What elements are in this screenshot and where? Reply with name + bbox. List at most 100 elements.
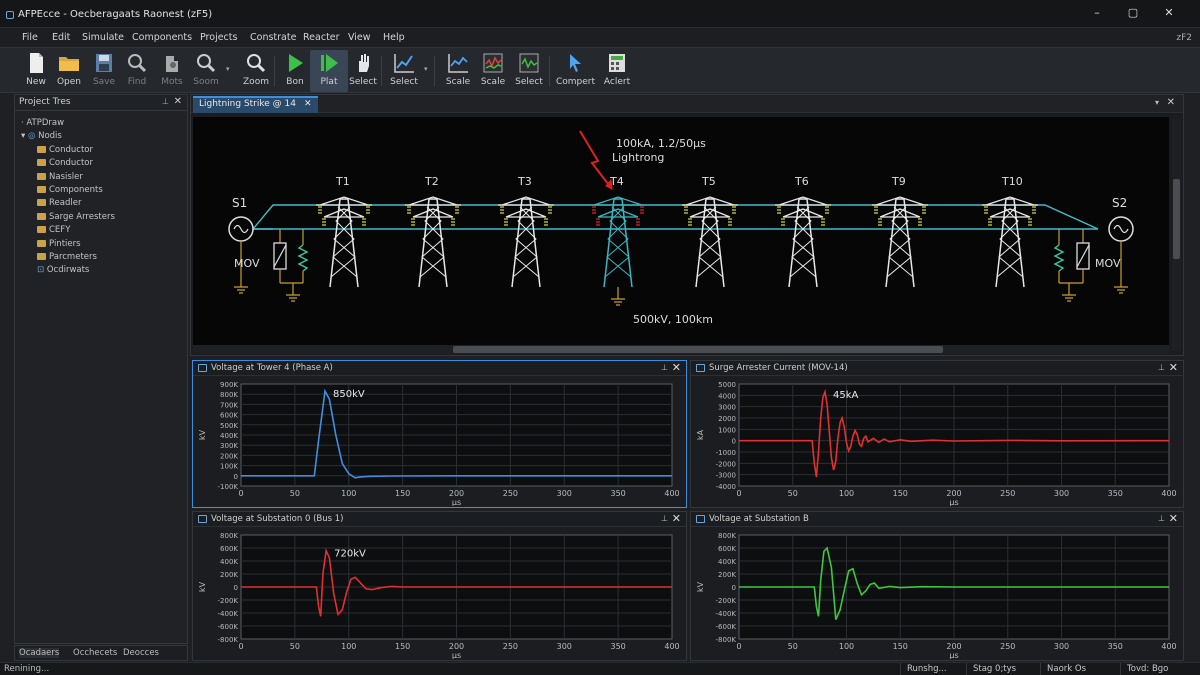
pin-icon[interactable]: ⊥ bbox=[661, 363, 668, 372]
plot-tower4-voltage[interactable]: Voltage at Tower 4 (Phase A) ⊥ ✕ 0 50 100 150… bbox=[192, 360, 687, 508]
zoom-button[interactable]: Zoom bbox=[237, 50, 275, 92]
close-panel-icon[interactable]: ✕ bbox=[174, 96, 182, 107]
tab-occhecets[interactable]: Occhecets bbox=[73, 648, 117, 658]
vertical-scrollbar[interactable] bbox=[1172, 119, 1181, 351]
insulator-icon bbox=[984, 206, 988, 214]
tab-deocces[interactable]: Deocces bbox=[123, 648, 159, 658]
pin-icon[interactable]: ⊥ bbox=[1158, 514, 1165, 523]
soom-button[interactable]: Soom bbox=[187, 50, 225, 92]
plot-icon bbox=[696, 515, 705, 523]
tree-item[interactable]: · ATPDraw bbox=[21, 117, 64, 130]
menu-help[interactable]: Help bbox=[383, 32, 405, 43]
menu-reacter[interactable]: Reacter bbox=[303, 32, 340, 43]
tree-item[interactable]: Pintiers bbox=[37, 238, 81, 251]
title-bar: AFPEcce - Oecberagaats Raonest (zF5) – ▢… bbox=[0, 0, 1200, 28]
y-tick-label: -800K bbox=[716, 636, 737, 644]
tree-item[interactable]: ⊡ Ocdirwats bbox=[37, 264, 89, 277]
scroll-thumb[interactable] bbox=[453, 346, 943, 353]
dropdown-arrow-icon[interactable]: ▾ bbox=[424, 65, 428, 73]
tree-item[interactable]: Components bbox=[37, 184, 103, 197]
menu-projects[interactable]: Projects bbox=[200, 32, 237, 43]
x-tick-label: 100 bbox=[839, 489, 854, 498]
tree-item-label: Components bbox=[49, 185, 103, 195]
menu-edit[interactable]: Edit bbox=[52, 32, 70, 43]
tree-item-label: Sarge Arresters bbox=[49, 211, 115, 222]
x-axis-label: µs bbox=[452, 498, 461, 506]
tree-item[interactable]: CEFY bbox=[37, 224, 70, 237]
menu-simulate[interactable]: Simulate bbox=[82, 32, 124, 43]
menu-components[interactable]: Components bbox=[132, 32, 192, 43]
tab-list-icon[interactable]: ▾ bbox=[1155, 98, 1159, 107]
select-chart-button[interactable]: Select bbox=[385, 50, 423, 92]
pin-icon[interactable]: ⊥ bbox=[661, 514, 668, 523]
close-plot-icon[interactable]: ✕ bbox=[672, 512, 681, 525]
horizontal-scrollbar[interactable] bbox=[193, 345, 1169, 354]
tab-ocadaers[interactable]: Ocadaers bbox=[19, 648, 60, 658]
find-button[interactable]: Find bbox=[118, 50, 156, 92]
scale-button[interactable]: Scale bbox=[439, 50, 477, 92]
plot-run-icon bbox=[321, 54, 338, 72]
close-plot-icon[interactable]: ✕ bbox=[672, 361, 681, 374]
scale-grid-button[interactable]: Scale bbox=[474, 50, 512, 92]
menu-file[interactable]: File bbox=[22, 32, 38, 43]
close-tab-icon[interactable]: ✕ bbox=[304, 99, 312, 109]
x-tick-label: 350 bbox=[610, 642, 625, 651]
tree-item-label: Conductor bbox=[49, 144, 94, 155]
open-button[interactable]: Open bbox=[50, 50, 88, 92]
mots-button[interactable]: Mots bbox=[153, 50, 191, 92]
plot-arrester-current[interactable]: Surge Arrester Current (MOV-14) ⊥ ✕ 0 50 100… bbox=[690, 360, 1184, 508]
tree-expander-icon[interactable]: ▾ bbox=[21, 131, 28, 141]
tab-lightning-strike[interactable]: Lightning Strike @ 14 ✕ bbox=[193, 96, 318, 113]
tree-item-label: ATPDraw bbox=[26, 118, 65, 128]
menu-constrate[interactable]: Constrate bbox=[250, 32, 296, 43]
tree-item[interactable]: Readler bbox=[37, 197, 81, 210]
resistor-left bbox=[297, 244, 309, 272]
tree-item[interactable]: ▾ ◎ Nodis bbox=[21, 130, 62, 143]
circuit-canvas[interactable]: S1 S2 MOV MOV T1 T2 T3 T4 T5 T6 T9 T10 100kA, 1.2/50… bbox=[193, 117, 1169, 345]
compert-button[interactable]: Compert bbox=[556, 50, 595, 92]
close-plot-icon[interactable]: ✕ bbox=[1169, 361, 1178, 374]
insulator-icon bbox=[636, 218, 640, 226]
x-tick-label: 200 bbox=[449, 489, 464, 498]
tree-item-label: Parcmeters bbox=[49, 252, 97, 262]
maximize-icon[interactable]: ▢ bbox=[1126, 6, 1140, 20]
y-tick-label: 600K bbox=[718, 545, 736, 553]
mov-label: MOV bbox=[1095, 257, 1121, 270]
plot-chart: 0 50 100 150 200 250 300 350 400 900K 800K 700K 600K… bbox=[198, 381, 680, 506]
close-icon[interactable]: ✕ bbox=[1162, 6, 1176, 20]
tab-label: Lightning Strike @ 14 bbox=[199, 99, 296, 109]
tree-item[interactable]: Conductor bbox=[37, 144, 93, 157]
tower-T5: T5 bbox=[682, 175, 738, 288]
tree-item[interactable]: Parcmeters bbox=[37, 251, 97, 264]
folder-icon bbox=[37, 186, 46, 193]
plot-substationB-voltage[interactable]: Voltage at Substation B ⊥ ✕ 0 50 100 150 200 25… bbox=[690, 511, 1184, 661]
transmission-line-top bbox=[252, 204, 1099, 230]
close-document-icon[interactable]: ✕ bbox=[1167, 97, 1175, 108]
tower-crossarms bbox=[498, 196, 554, 218]
pin-icon[interactable]: ⊥ bbox=[162, 97, 169, 106]
minimize-icon[interactable]: – bbox=[1090, 6, 1104, 20]
y-tick-label: 700K bbox=[220, 401, 238, 409]
tree-item[interactable]: Sarge Arresters bbox=[37, 211, 115, 224]
tree-item[interactable]: Nasisler bbox=[37, 171, 83, 184]
plot-button[interactable]: Plat bbox=[310, 50, 348, 92]
select-green-button[interactable]: Select bbox=[510, 50, 548, 92]
select-hand-button[interactable]: Select bbox=[344, 50, 382, 92]
insulator-icon bbox=[732, 206, 736, 214]
pin-icon[interactable]: ⊥ bbox=[1158, 363, 1165, 372]
tree-item[interactable]: Conductor bbox=[37, 157, 93, 170]
plot-icon bbox=[696, 364, 705, 372]
ground-icon bbox=[286, 294, 300, 302]
dropdown-arrow-icon[interactable]: ▾ bbox=[226, 65, 230, 73]
run-button[interactable]: Bon bbox=[276, 50, 314, 92]
aclert-button[interactable]: Aclert bbox=[598, 50, 636, 92]
plot-substation0-voltage[interactable]: Voltage at Substation 0 (Bus 1) ⊥ ✕ 0 50 100… bbox=[192, 511, 687, 661]
insulator-icon bbox=[688, 218, 692, 226]
x-tick-label: 150 bbox=[395, 642, 410, 651]
status-box: Tovd: Bgo bbox=[1120, 663, 1174, 675]
scroll-thumb[interactable] bbox=[1173, 179, 1180, 259]
tower-label: T1 bbox=[335, 175, 350, 188]
close-plot-icon[interactable]: ✕ bbox=[1169, 512, 1178, 525]
menu-view[interactable]: View bbox=[348, 32, 371, 43]
source-label: S2 bbox=[1112, 196, 1127, 210]
